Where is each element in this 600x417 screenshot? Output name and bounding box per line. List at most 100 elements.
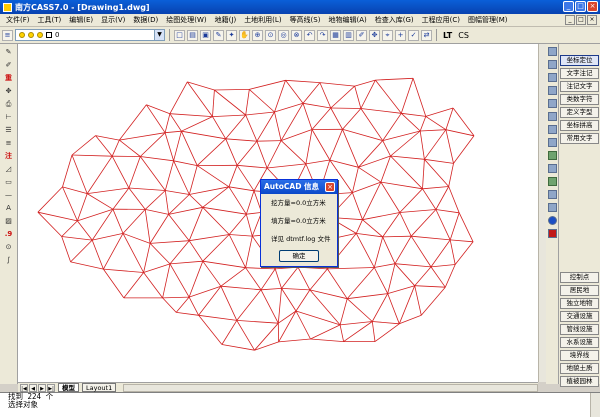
minimize-button[interactable]: _ [563, 1, 574, 12]
zoom-window-icon[interactable]: ⊙ [265, 29, 276, 41]
vertical-scrollbar[interactable] [538, 44, 546, 382]
check-icon[interactable]: ✓ [408, 29, 419, 41]
properties-icon[interactable]: ▥ [343, 29, 354, 41]
panel-water-button[interactable]: 水系设施 [560, 337, 599, 348]
zoom-icon[interactable] [547, 125, 557, 134]
pencil-icon[interactable]: ✎ [213, 29, 224, 41]
panel-note-text-button[interactable]: 注记文字 [560, 81, 599, 92]
panel-boundary-button[interactable]: 境界线 [560, 350, 599, 361]
calculator-icon[interactable]: ▦ [330, 29, 341, 41]
edit-icon[interactable]: ✐ [2, 60, 15, 70]
horizontal-scrollbar[interactable] [123, 383, 538, 392]
info-icon[interactable] [547, 216, 557, 225]
layer-manager-icon[interactable]: ≡ [2, 29, 13, 41]
menu-data[interactable]: 数据(D) [129, 15, 162, 25]
layer-icon[interactable] [547, 60, 557, 69]
panel-define-font-button[interactable]: 定义字型 [560, 107, 599, 118]
menu-view[interactable]: 显示(V) [97, 15, 129, 25]
dimension-icon[interactable]: ⊢ [2, 112, 15, 122]
panel-residential-button[interactable]: 居民地 [560, 285, 599, 296]
edit-icon[interactable]: ✐ [356, 29, 367, 41]
maximize-button[interactable]: □ [575, 1, 586, 12]
next-tab-icon[interactable]: ▶ [38, 383, 46, 392]
layer-icon[interactable]: ☰ [2, 125, 15, 135]
text-icon[interactable]: A [2, 203, 15, 213]
pencil-icon[interactable]: ✎ [2, 47, 15, 57]
delete-icon[interactable]: 重 [2, 73, 15, 83]
menu-sheets[interactable]: 图幅管理(M) [464, 15, 512, 25]
measure-icon[interactable]: ⇄ [421, 29, 432, 41]
prev-tab-icon[interactable]: ◀ [29, 383, 37, 392]
edit-icon[interactable] [547, 99, 557, 108]
plus-icon[interactable]: + [395, 29, 406, 41]
ok-button[interactable]: 确定 [279, 250, 319, 262]
menu-contour[interactable]: 等高线(S) [286, 15, 325, 25]
menu-check[interactable]: 检查入库(G) [371, 15, 418, 25]
point-icon[interactable]: .9 [2, 229, 15, 239]
properties-icon[interactable] [547, 47, 557, 56]
panel-traffic-button[interactable]: 交通设施 [560, 311, 599, 322]
panel-common-text-button[interactable]: 常用文字 [560, 133, 599, 144]
line-icon[interactable]: — [2, 190, 15, 200]
menu-cadastre[interactable]: 地籍(J) [211, 15, 241, 25]
new-file-icon[interactable]: □ [174, 29, 185, 41]
zoom-extents-icon[interactable]: ⊗ [291, 29, 302, 41]
panel-control-point-button[interactable]: 控制点 [560, 272, 599, 283]
first-tab-icon[interactable]: |◀ [20, 383, 28, 392]
panel-coord-locate-button[interactable]: 坐标定位 [560, 55, 599, 66]
menu-file[interactable]: 文件(F) [2, 15, 34, 25]
map-icon[interactable] [547, 177, 557, 186]
tab-model[interactable]: 模型 [58, 383, 79, 392]
note-icon[interactable]: 注 [2, 151, 15, 161]
lines-icon[interactable]: ≡ [2, 138, 15, 148]
dialog-close-button[interactable]: × [325, 182, 335, 192]
command-scrollbar[interactable] [590, 393, 600, 417]
menu-edit[interactable]: 编辑(E) [65, 15, 97, 25]
match-icon[interactable]: ✦ [226, 29, 237, 41]
zoom-previous-icon[interactable]: ◎ [278, 29, 289, 41]
tab-layout1[interactable]: Layout1 [82, 383, 117, 392]
panel-coord-elevation-button[interactable]: 坐标拼高 [560, 120, 599, 131]
menu-engineering[interactable]: 工程应用(C) [418, 15, 464, 25]
undo-icon[interactable]: ↶ [304, 29, 315, 41]
redo-icon[interactable]: ↷ [317, 29, 328, 41]
open-file-icon[interactable]: ▤ [187, 29, 198, 41]
copy-icon[interactable] [547, 112, 557, 121]
spline-icon[interactable]: ∫ [2, 255, 15, 265]
snap-icon[interactable] [547, 203, 557, 212]
panel-landform-button[interactable]: 地貌土质 [560, 363, 599, 374]
rectangle-icon[interactable]: ▭ [2, 177, 15, 187]
menu-feature-edit[interactable]: 地物编辑(A) [324, 15, 370, 25]
tangent-icon[interactable]: ⊙ [2, 242, 15, 252]
panel-pipeline-button[interactable]: 管线设施 [560, 324, 599, 335]
snap-icon[interactable]: ⌖ [382, 29, 393, 41]
last-tab-icon[interactable]: ▶| [47, 383, 55, 392]
layer-dropdown[interactable]: 0 ▼ [15, 29, 165, 41]
panel-independent-feature-button[interactable]: 独立地物 [560, 298, 599, 309]
grid-icon[interactable] [547, 164, 557, 173]
measure-icon[interactable] [547, 86, 557, 95]
doc-restore-button[interactable]: □ [576, 15, 586, 25]
doc-close-button[interactable]: × [587, 15, 597, 25]
close-button[interactable]: × [587, 1, 598, 12]
menu-tools[interactable]: 工具(T) [34, 15, 66, 25]
cs-button[interactable]: CS [456, 31, 471, 40]
zoom-realtime-icon[interactable]: ⊕ [252, 29, 263, 41]
panel-vegetation-button[interactable]: 植被园林 [560, 376, 599, 387]
menu-landuse[interactable]: 土地利用(L) [240, 15, 285, 25]
command-window[interactable]: 找到 224 个 选择对象 [0, 392, 600, 417]
doc-minimize-button[interactable]: _ [565, 15, 575, 25]
menu-drawing[interactable]: 绘图处理(W) [162, 15, 210, 25]
hatch-icon[interactable]: ▨ [2, 216, 15, 226]
polyline-icon[interactable]: ◿ [2, 164, 15, 174]
search-icon[interactable] [547, 73, 557, 82]
lt-button[interactable]: LT [441, 31, 454, 40]
move-icon[interactable]: ✥ [2, 86, 15, 96]
link-icon[interactable] [547, 190, 557, 199]
move-icon[interactable]: ✥ [369, 29, 380, 41]
rotate-icon[interactable] [547, 138, 557, 147]
panel-symbol-button[interactable]: 类数字符 [560, 94, 599, 105]
tree-icon[interactable] [547, 151, 557, 160]
close-icon[interactable] [547, 229, 557, 238]
save-icon[interactable]: ▣ [200, 29, 211, 41]
